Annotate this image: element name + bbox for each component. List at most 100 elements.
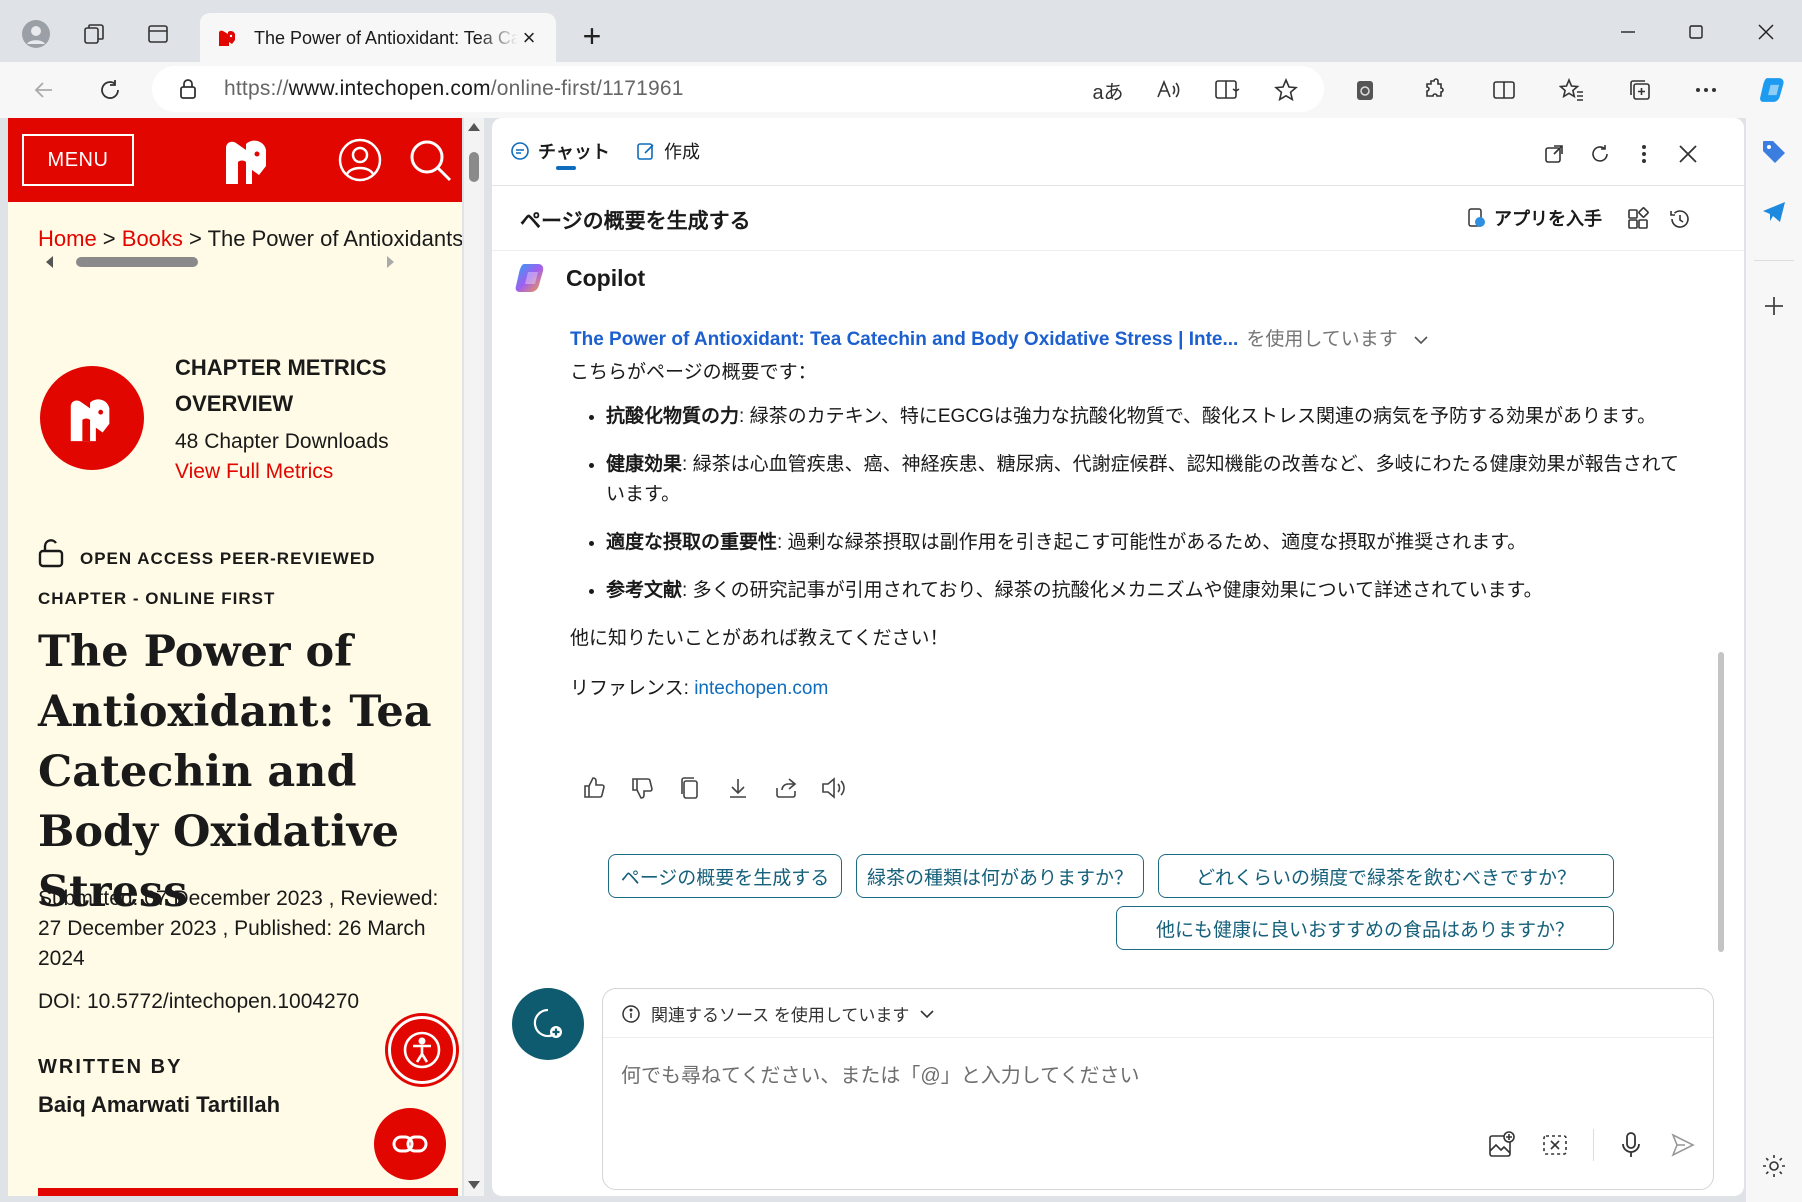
- breadcrumb-scrollbar[interactable]: [46, 254, 456, 268]
- summary-heading: ページの概要を生成する: [520, 210, 751, 233]
- shopping-tag-icon[interactable]: [1756, 134, 1792, 170]
- section-divider: [38, 1188, 458, 1196]
- tab-close-button[interactable]: ×: [518, 25, 540, 51]
- plugins-icon[interactable]: [1622, 203, 1654, 235]
- back-arrow-icon[interactable]: [24, 70, 64, 110]
- close-window-button[interactable]: [1736, 10, 1796, 54]
- browser-tab[interactable]: The Power of Antioxidant: Tea Catechin a…: [200, 13, 556, 63]
- tab-compose[interactable]: 作成: [636, 138, 700, 164]
- response-actions: [578, 772, 850, 804]
- info-icon: [622, 1004, 640, 1023]
- address-bar[interactable]: https://www.intechopen.com/online-first/…: [152, 66, 1324, 112]
- scrollbar-thumb[interactable]: [76, 257, 198, 267]
- immersive-reader-icon[interactable]: [1212, 74, 1244, 106]
- speaker-icon[interactable]: [818, 772, 850, 804]
- share-link-icon[interactable]: [374, 1108, 446, 1180]
- extensions-puzzle-icon[interactable]: [1414, 70, 1454, 110]
- source-selector[interactable]: 関連するソース を使用しています: [621, 1001, 935, 1026]
- suggestion-chip[interactable]: ページの概要を生成する: [608, 854, 842, 898]
- article-doi: DOI: 10.5772/intechopen.1004270: [38, 990, 360, 1013]
- account-icon[interactable]: [338, 138, 382, 187]
- extension-badge-icon[interactable]: [1346, 70, 1386, 110]
- scroll-left-icon[interactable]: [46, 256, 54, 268]
- active-tab-indicator: [556, 166, 576, 170]
- thumbs-down-icon[interactable]: [626, 772, 658, 804]
- answer-closing: 他に知りたいことがあれば教えてください！: [570, 628, 949, 649]
- page-scrollbar-thumb[interactable]: [469, 152, 479, 182]
- settings-gear-icon[interactable]: [1756, 1148, 1792, 1184]
- minimize-button[interactable]: [1598, 10, 1658, 54]
- url-text: https://www.intechopen.com/online-first/…: [224, 77, 684, 100]
- breadcrumb-current: The Power of Antioxidants: [207, 226, 462, 251]
- workspaces-icon[interactable]: [74, 14, 114, 54]
- suggestion-chip[interactable]: どれくらいの頻度で緑茶を飲むべきですか？: [1158, 854, 1614, 898]
- page-scrollbar[interactable]: [464, 118, 484, 1196]
- scroll-down-icon[interactable]: [468, 1180, 480, 1190]
- more-vertical-icon[interactable]: [1628, 138, 1660, 170]
- download-icon[interactable]: [722, 772, 754, 804]
- new-topic-button[interactable]: [512, 988, 584, 1060]
- copilot-header-row: Copilot: [512, 258, 645, 298]
- profile-icon[interactable]: [16, 14, 56, 54]
- edge-sidebar: [1746, 62, 1802, 1202]
- get-app-button[interactable]: アプリを入手: [1466, 205, 1602, 231]
- article-title: The Power of Antioxidant: Tea Catechin a…: [38, 627, 432, 917]
- refresh-icon[interactable]: [90, 70, 130, 110]
- scroll-up-icon[interactable]: [468, 122, 480, 132]
- microphone-icon[interactable]: [1613, 1127, 1649, 1163]
- breadcrumb: Home > Books > The Power of Antioxidants: [38, 226, 462, 251]
- favorite-star-icon[interactable]: [1270, 74, 1302, 106]
- new-topic-icon: [533, 1008, 562, 1038]
- menu-button[interactable]: MENU: [22, 134, 134, 186]
- share-icon[interactable]: [770, 772, 802, 804]
- reference-link[interactable]: intechopen.com: [694, 678, 828, 699]
- collections-icon[interactable]: [1620, 70, 1660, 110]
- open-in-new-icon[interactable]: [1538, 138, 1570, 170]
- intechopen-logo-icon[interactable]: [220, 132, 276, 193]
- scroll-right-icon[interactable]: [386, 256, 394, 268]
- vertical-tabs-icon[interactable]: [138, 14, 178, 54]
- compose-box: 関連するソース を使用しています 何でも尋ねてください、または「@」と入力してく…: [602, 988, 1714, 1190]
- tab-chat[interactable]: チャット: [510, 138, 610, 164]
- read-aloud-icon[interactable]: [1152, 74, 1184, 106]
- chevron-down-icon[interactable]: [1413, 335, 1429, 345]
- source-link[interactable]: The Power of Antioxidant: Tea Catechin a…: [570, 329, 1238, 350]
- add-sidebar-app-icon[interactable]: [1756, 288, 1792, 324]
- favorites-icon[interactable]: [1552, 70, 1592, 110]
- chapter-downloads: 48 Chapter Downloads: [175, 430, 389, 453]
- breadcrumb-home-link[interactable]: Home: [38, 226, 97, 251]
- chat-input[interactable]: 何でも尋ねてください、または「@」と入力してください: [621, 1059, 1140, 1088]
- copy-icon[interactable]: [674, 772, 706, 804]
- telegram-icon[interactable]: [1756, 194, 1792, 230]
- source-line: The Power of Antioxidant: Tea Catechin a…: [570, 324, 1429, 351]
- copilot-sidebar-icon[interactable]: [1756, 72, 1792, 108]
- send-icon[interactable]: [1665, 1127, 1701, 1163]
- thumbs-up-icon[interactable]: [578, 772, 610, 804]
- history-icon[interactable]: [1664, 203, 1696, 235]
- refresh-chat-icon[interactable]: [1584, 138, 1616, 170]
- search-icon[interactable]: [408, 138, 452, 187]
- accessibility-icon[interactable]: [388, 1016, 456, 1084]
- access-label: OPEN ACCESS PEER-REVIEWED CHAPTER - ONLIN…: [38, 538, 458, 617]
- screenshot-icon[interactable]: [1537, 1127, 1573, 1163]
- suggestion-chip[interactable]: 他にも健康に良いおすすめの食品はありますか？: [1116, 906, 1614, 950]
- add-image-icon[interactable]: [1483, 1127, 1519, 1163]
- view-full-metrics-link[interactable]: View Full Metrics: [175, 460, 333, 484]
- split-screen-icon[interactable]: [1484, 70, 1524, 110]
- new-tab-button[interactable]: +: [572, 18, 612, 58]
- app-icon: [1468, 208, 1485, 227]
- metrics-title: CHAPTER METRICS OVERVIEW: [175, 355, 387, 416]
- copilot-name: Copilot: [566, 264, 646, 291]
- breadcrumb-books-link[interactable]: Books: [122, 226, 183, 251]
- copilot-scrollbar[interactable]: [1718, 652, 1724, 952]
- more-options-icon[interactable]: [1686, 70, 1726, 110]
- maximize-button[interactable]: [1666, 10, 1726, 54]
- author-name[interactable]: Baiq Amarwati Tartillah: [38, 1092, 280, 1118]
- list-item: 適度な摂取の重要性: 過剰な緑茶摂取は副作用を引き起こす可能性があるため、適度な…: [606, 528, 1680, 558]
- close-pane-icon[interactable]: [1672, 138, 1704, 170]
- suggestion-chip[interactable]: 緑茶の種類は何がありますか？: [856, 854, 1144, 898]
- tab-title: The Power of Antioxidant: Tea Catechin a…: [254, 27, 518, 48]
- translate-icon[interactable]: aあ: [1092, 74, 1124, 106]
- web-page: MENU Home > Books > The Power of Antioxi…: [8, 118, 462, 1196]
- lock-icon[interactable]: [178, 77, 198, 106]
